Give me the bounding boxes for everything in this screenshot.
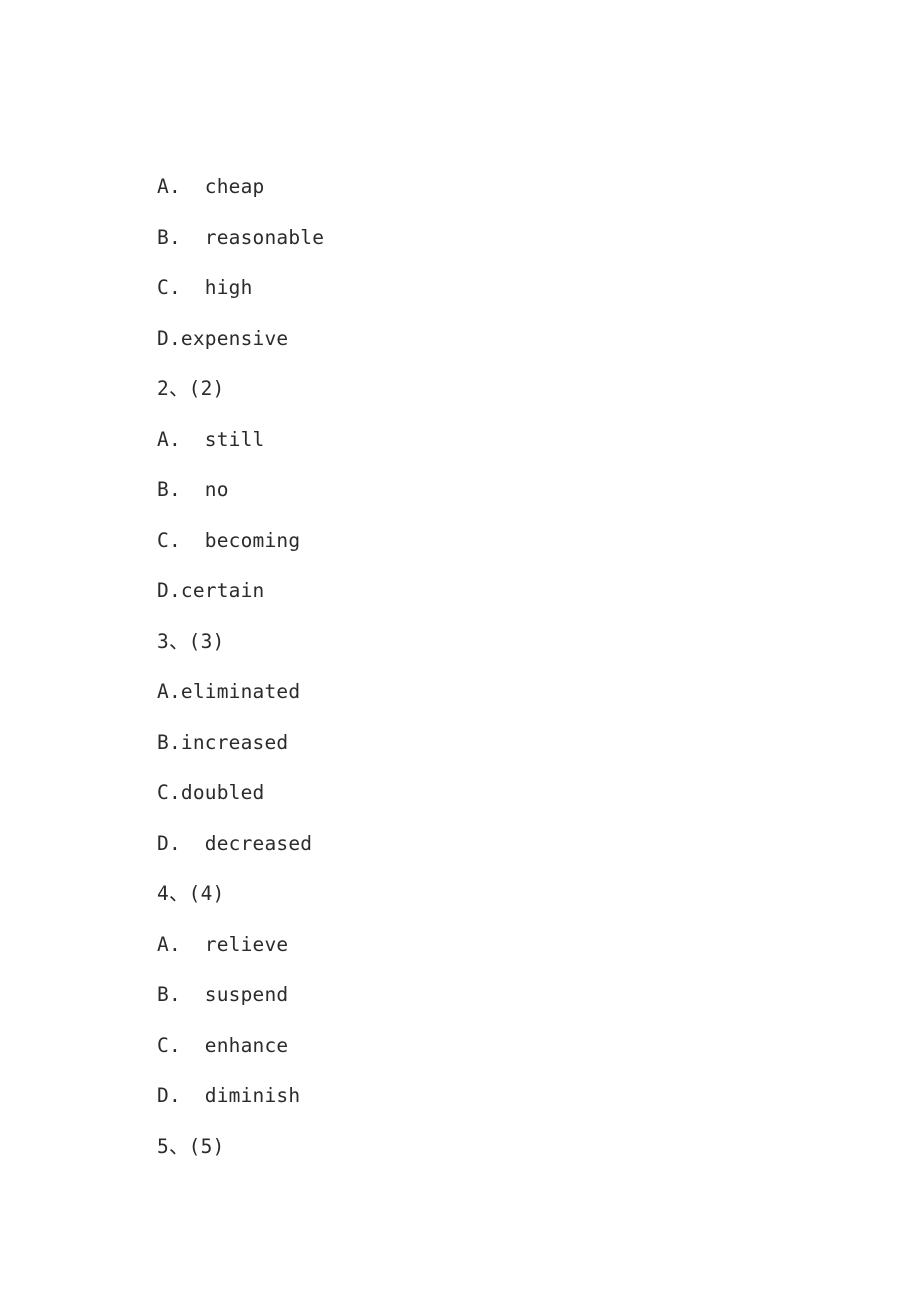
q1-option-c: C. high (157, 276, 253, 299)
document-text-body: A. cheap B. reasonable C. high D.expensive 2… (157, 162, 857, 1172)
q4-option-c: C. enhance (157, 1033, 289, 1057)
q2-heading: 2、(2) (157, 377, 225, 400)
q3-option-d: D. decreased (157, 831, 313, 855)
q2-option-b: B. no (157, 478, 229, 501)
document-page: A. cheap B. reasonable C. high D.expensive 2… (0, 0, 920, 1301)
q2-option-d: D.certain (157, 579, 265, 602)
q3-heading: 3、(3) (157, 629, 225, 653)
q2-option-a: A. still (157, 427, 265, 451)
q1-option-d: D.expensive (157, 326, 289, 350)
q3-option-a: A.eliminated (157, 680, 301, 703)
q4-option-d: D. diminish (157, 1084, 301, 1107)
q4-heading: 4、(4) (157, 882, 225, 905)
q4-option-b: B. suspend (157, 983, 289, 1006)
q3-option-b: B.increased (157, 730, 289, 754)
q2-option-c: C. becoming (157, 528, 301, 552)
q1-option-a: A. cheap (157, 175, 265, 198)
q1-option-b: B. reasonable (157, 225, 325, 249)
q5-heading: 5、(5) (157, 1134, 225, 1158)
q3-option-c: C.doubled (157, 781, 265, 804)
q4-option-a: A. relieve (157, 932, 289, 956)
